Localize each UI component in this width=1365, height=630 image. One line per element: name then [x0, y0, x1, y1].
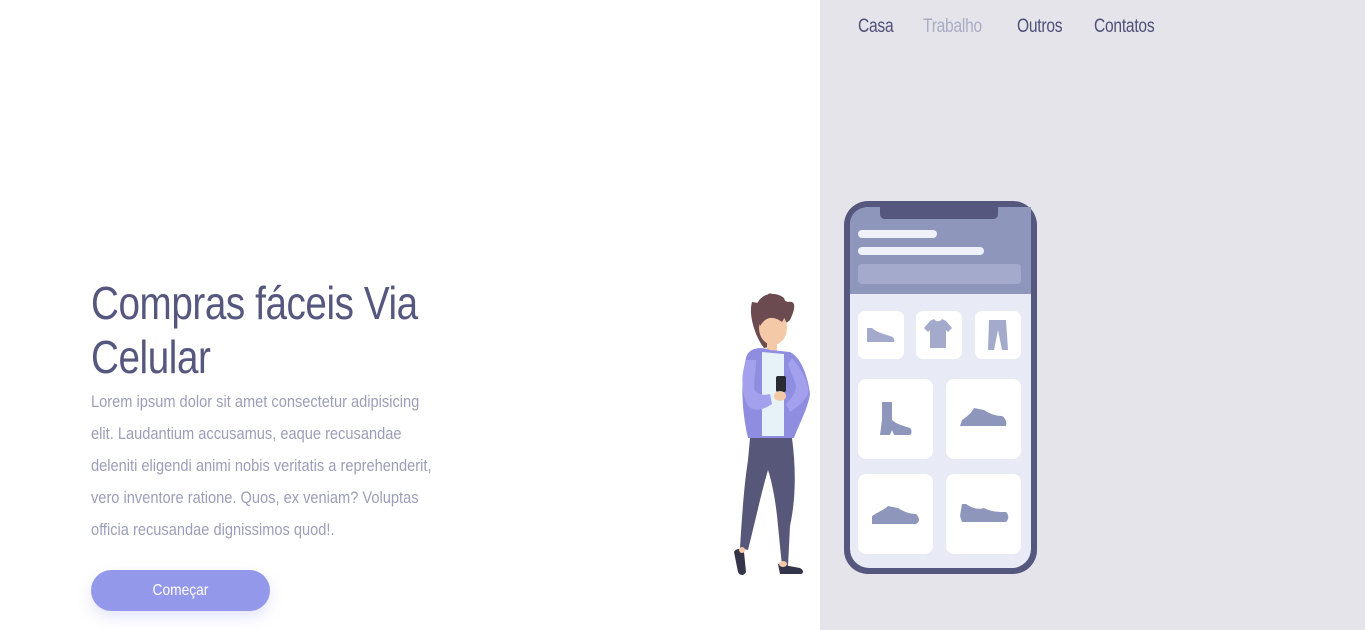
- hero-description: Lorem ipsum dolor sit amet consectetur a…: [91, 392, 432, 539]
- nav-item-casa[interactable]: Casa: [858, 16, 894, 38]
- start-button[interactable]: Começar: [91, 570, 270, 611]
- hero-title: Compras fáceis Via Celular: [91, 277, 418, 383]
- nav-item-trabalho[interactable]: Trabalho: [923, 16, 982, 38]
- start-button-label: Começar: [152, 581, 209, 599]
- hero-section: Compras fáceis Via Celular Lorem ipsum d…: [91, 276, 451, 546]
- nav-item-outros[interactable]: Outros: [1017, 16, 1063, 38]
- smartphone-icon: [844, 201, 1037, 574]
- woman-with-phone-icon: [734, 293, 810, 575]
- shopping-illustration: [734, 201, 1037, 575]
- top-nav: Casa Trabalho Outros Contatos: [858, 16, 1160, 38]
- nav-item-contatos[interactable]: Contatos: [1094, 16, 1155, 38]
